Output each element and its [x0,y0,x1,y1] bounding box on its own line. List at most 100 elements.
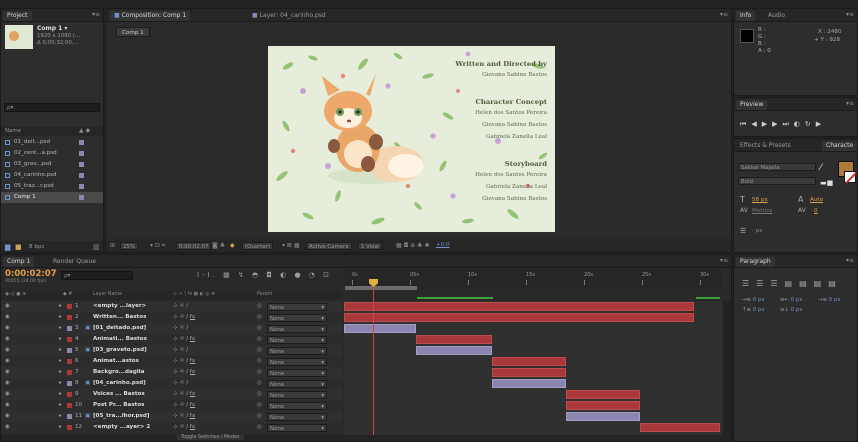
timecode-display[interactable]: 0:00:02:07 [176,242,212,250]
layer-name[interactable]: Backgro...daglia [93,367,144,378]
visibility-eye-icon[interactable]: ◉ [5,411,10,422]
parent-pickwhip-icon[interactable]: ◎ [257,301,262,312]
interpret-footage-icon[interactable]: ▆ [5,243,10,251]
color-channel-icon[interactable]: ◆ [230,242,235,249]
font-size-value[interactable]: 58 px [752,197,768,203]
audio-icon[interactable]: ◐ [794,120,805,128]
layer-row[interactable]: ◉ ▸ 9 Voices ... Bastos ⊹ ☼ / fx ◎ None ▾ [1,389,343,400]
ram-preview-icon[interactable]: ▶ [816,120,826,128]
panel-menu-icon[interactable]: ▾≡ [720,257,728,264]
label-column-icon[interactable]: ◆ # [63,292,72,297]
layer-switches[interactable]: ⊹ ☼ / fx [173,312,195,323]
visibility-eye-icon[interactable]: ◉ [5,422,10,433]
layer-label-swatch[interactable] [67,414,72,419]
current-timecode[interactable]: 0:00:02:07 [5,269,57,279]
prev-frame-icon[interactable]: ◀ [751,120,761,128]
parent-dropdown[interactable]: None ▾ [267,313,327,322]
layer-name[interactable]: Written... Bastos [93,312,146,323]
tab-comp1-timeline[interactable]: Comp 1 [3,257,35,267]
layer-duration-bar[interactable] [492,357,566,366]
panel-menu-icon[interactable]: ▾≡ [846,11,854,18]
justify-last-right-icon[interactable]: ▤ [814,279,829,288]
layer-name[interactable]: <empty ...ayer> 2 [93,422,150,433]
justify-all-icon[interactable]: ▤ [828,279,843,288]
expand-triangle-icon[interactable]: ▸ [59,345,62,356]
switches-header[interactable]: ⊹ ☼ \ fx ▦ ◐ ◎ ⊛ [173,292,215,297]
visibility-eye-icon[interactable]: ◉ [5,389,10,400]
layer-label-swatch[interactable] [67,315,72,320]
layer-switches[interactable]: ⊹ ☼ / [173,323,188,334]
layer-duration-bar[interactable] [416,346,492,355]
view-options-icons[interactable]: ▦ ◘ ⊕ ♣ ✱ [396,242,429,249]
comp-canvas[interactable]: Written and Directed by Giovana Sabino B… [268,46,555,232]
layer-label-swatch[interactable] [67,392,72,397]
visibility-eye-icon[interactable]: ◉ [5,334,10,345]
layer-name[interactable]: Post Pr... Bastos [93,400,145,411]
region-of-interest-icon[interactable]: ▾ ⊠ ▦ [282,242,300,249]
indent-right[interactable]: ≡← 0 px [780,297,803,303]
stroke-color-swatch[interactable] [844,171,857,184]
layer-row[interactable]: ◉ ▸ 11 ▣ [05_tra...lhor.psd] ⊹ ☼ / fx ◎ None ▾ [1,411,343,422]
project-item[interactable]: 03_grav...psd [1,159,103,170]
parent-pickwhip-icon[interactable]: ◎ [257,389,262,400]
timeline-switch-icons[interactable]: I-I. ▦ ↯ ◓ ◘ ◐ ● ◔ ⊡ [197,271,332,279]
panel-menu-icon[interactable]: ▾≡ [846,100,854,107]
parent-pickwhip-icon[interactable]: ◎ [257,334,262,345]
parent-dropdown[interactable]: None ▾ [267,390,327,399]
layer-duration-bar[interactable] [566,412,640,421]
layer-row[interactable]: ◉ ▸ 8 ▣ [04_carinho.psd] ⊹ ☼ / ◎ None ▾ [1,378,343,389]
timeline-scrollbar[interactable] [723,301,731,435]
project-item[interactable]: 01_deit...psd [1,137,103,148]
parent-pickwhip-icon[interactable]: ◎ [257,312,262,323]
layer-label-swatch[interactable] [67,348,72,353]
parent-dropdown[interactable]: None ▾ [267,368,327,377]
parent-dropdown[interactable]: None ▾ [267,324,327,333]
layer-label-swatch[interactable] [67,359,72,364]
expand-triangle-icon[interactable]: ▸ [59,312,62,323]
layer-row[interactable]: ◉ ▸ 1 <empty ...layer> ⊹ ☼ / ◎ None ▾ [1,301,343,312]
parent-dropdown[interactable]: None ▾ [267,379,327,388]
tab-info[interactable]: Info [736,11,756,21]
visibility-eye-icon[interactable]: ◉ [5,356,10,367]
parent-dropdown[interactable]: None ▾ [267,357,327,366]
layer-label-swatch[interactable] [67,403,72,408]
layer-duration-bar[interactable] [492,379,566,388]
visibility-eye-icon[interactable]: ◉ [5,367,10,378]
panel-menu-icon[interactable]: ▾≡ [846,257,854,264]
layer-name[interactable]: Animati... Bastos [93,334,147,345]
parent-header[interactable]: Parent [257,292,272,297]
space-after[interactable]: ≡↓ 0 px [780,307,803,313]
layer-name[interactable]: Voices ... Bastos [93,389,145,400]
layer-row[interactable]: ◉ ▸ 6 Animat...astos ⊹ ☼ / fx ◎ None ▾ [1,356,343,367]
layer-name[interactable]: [04_carinho.psd] [93,378,146,389]
tab-render-queue[interactable]: Render Queue [49,257,100,267]
expand-triangle-icon[interactable]: ▸ [59,389,62,400]
expand-triangle-icon[interactable]: ▸ [59,356,62,367]
layer-label-swatch[interactable] [67,381,72,386]
parent-pickwhip-icon[interactable]: ◎ [257,400,262,411]
layer-duration-bar[interactable] [344,324,416,333]
layer-name[interactable]: [05_tra...lhor.psd] [93,411,149,422]
layer-duration-bar[interactable] [492,368,566,377]
project-item[interactable]: 02_cent...a.psd [1,148,103,159]
indent-first-line[interactable]: →≡ 0 px [818,297,841,303]
snapshot-icon[interactable]: ◙ ♣ [212,242,225,249]
tab-character[interactable]: Characte [822,141,857,151]
parent-dropdown[interactable]: None ▾ [267,412,327,421]
bpc-label[interactable]: 8 bpc [29,244,45,250]
expand-triangle-icon[interactable]: ▸ [59,422,62,433]
zoom-dropdown[interactable]: 25% [120,242,138,250]
tab-paragraph[interactable]: Paragraph [736,257,775,267]
layer-switches[interactable]: ⊹ ☼ / [173,301,188,312]
justify-last-left-icon[interactable]: ▤ [785,279,800,288]
views-dropdown[interactable]: 1 View [358,242,382,250]
swap-colors-icon[interactable]: ▬■ [820,179,833,187]
toggle-switches-modes-button[interactable]: Toggle Switches / Modes [177,435,244,440]
expand-triangle-icon[interactable]: ▸ [59,400,62,411]
panel-menu-icon[interactable]: ▾≡ [92,11,100,18]
parent-pickwhip-icon[interactable]: ◎ [257,323,262,334]
project-item[interactable]: Comp 1 [1,192,103,203]
space-before[interactable]: ↑≡ 0 px [742,307,765,313]
play-icon[interactable]: ▶ [762,120,772,128]
layer-label-swatch[interactable] [67,326,72,331]
